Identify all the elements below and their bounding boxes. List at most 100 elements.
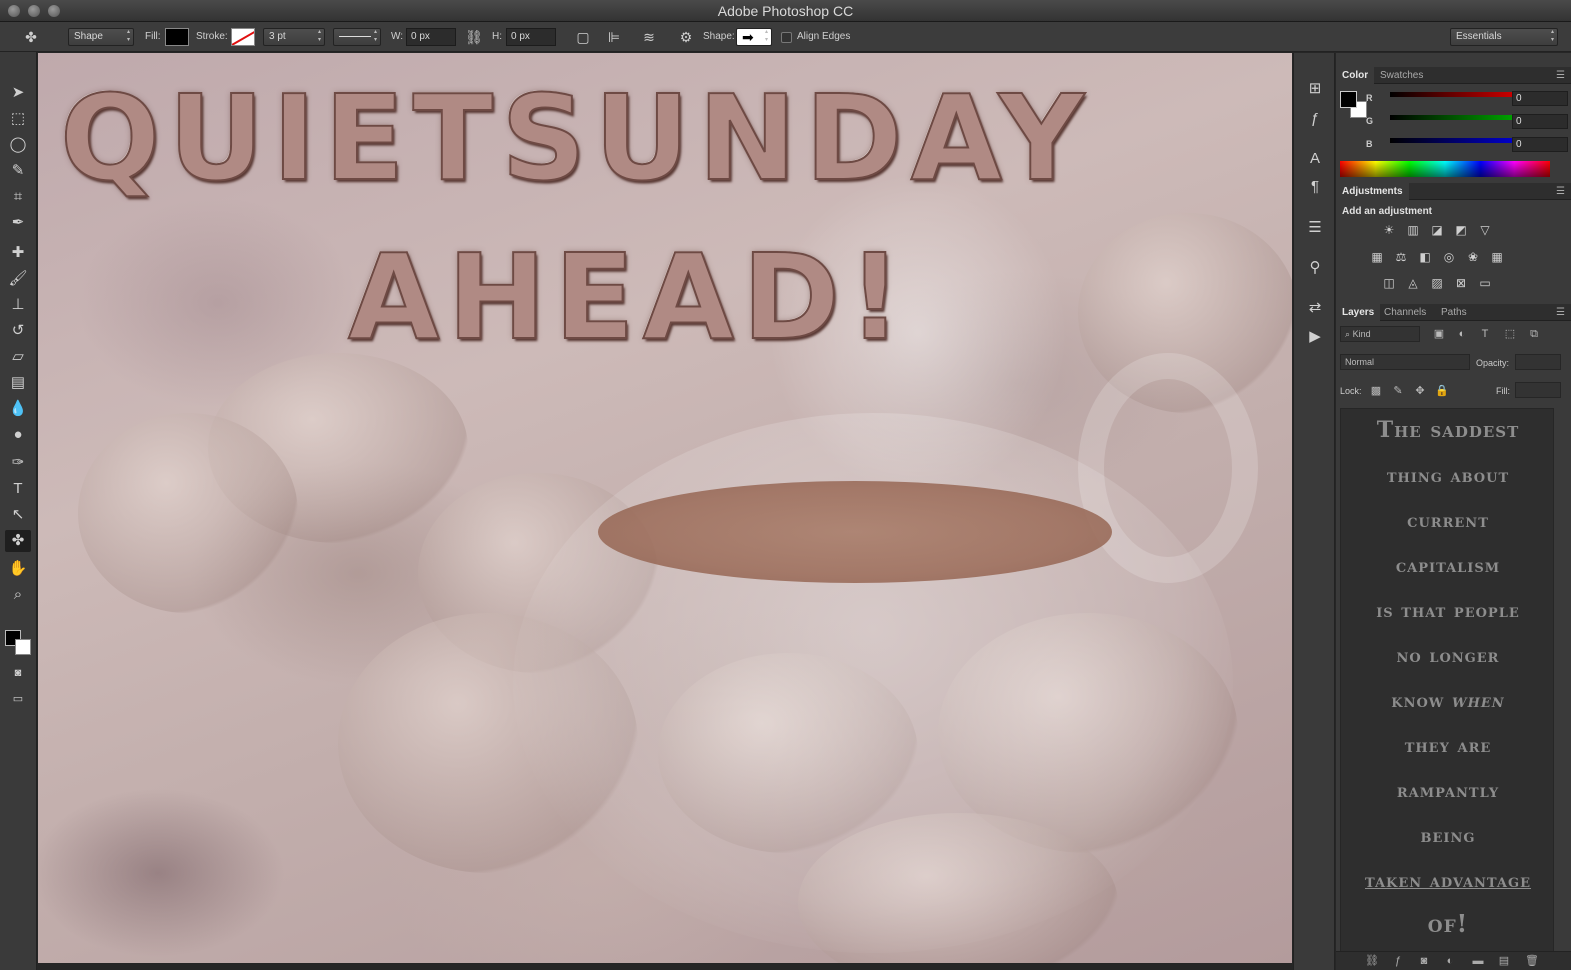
blur-tool-icon[interactable]: 💧 <box>5 398 31 420</box>
tab-paths[interactable]: Paths <box>1435 304 1473 321</box>
lock-pixels-icon[interactable]: ✎ <box>1391 384 1405 398</box>
new-group-icon[interactable]: ▬ <box>1470 954 1486 968</box>
photo-filter-icon[interactable]: ◎ <box>1440 249 1458 265</box>
path-alignment-icon[interactable]: ⊫ <box>605 28 623 46</box>
layer-filter-kind-select[interactable]: ⌕ Kind <box>1340 326 1420 342</box>
path-arrangement-icon[interactable]: ≋ <box>640 28 658 46</box>
path-operations-icon[interactable]: ▢ <box>574 28 592 46</box>
quick-mask-icon[interactable]: ◙ <box>5 662 31 684</box>
custom-shape-tool-preset-icon[interactable]: ✤ <box>22 28 40 46</box>
adjustment-layer-icon[interactable]: ◐ <box>1442 954 1458 968</box>
filter-type-icon[interactable]: T <box>1478 327 1492 341</box>
eyedropper-tool-icon[interactable]: ✒ <box>5 212 31 234</box>
custom-shape-tool-icon[interactable]: ✤ <box>5 530 31 552</box>
stroke-label: Stroke: <box>196 31 228 42</box>
tab-adjustments[interactable]: Adjustments <box>1336 183 1409 200</box>
fill-input[interactable] <box>1515 382 1561 398</box>
posterize-icon[interactable]: ◬ <box>1404 275 1422 291</box>
properties-panel-icon[interactable]: ☰ <box>1305 218 1325 238</box>
filter-smart-object-icon[interactable]: ⧉ <box>1527 327 1541 341</box>
shape-picker[interactable]: ➡ <box>736 28 772 46</box>
brightness-icon[interactable]: ☀ <box>1380 222 1398 238</box>
r-value[interactable]: 0 <box>1512 91 1568 106</box>
crop-tool-icon[interactable]: ⌗ <box>5 186 31 208</box>
color-lookup-icon[interactable]: ▦ <box>1488 249 1506 265</box>
brush-tool-icon[interactable]: 🖌 <box>5 268 31 290</box>
black-white-icon[interactable]: ◧ <box>1416 249 1434 265</box>
timeline-panel-icon[interactable]: ⇄ <box>1305 298 1325 318</box>
selective-color-icon[interactable]: ⊠ <box>1452 275 1470 291</box>
hue-saturation-icon[interactable]: ▦ <box>1368 249 1386 265</box>
layer-style-icon[interactable]: ƒ <box>1390 954 1406 968</box>
lock-transparent-icon[interactable]: ▩ <box>1369 384 1383 398</box>
lock-all-icon[interactable]: 🔒 <box>1435 384 1449 398</box>
hand-tool-icon[interactable]: ✋ <box>5 558 31 580</box>
align-edges-checkbox[interactable] <box>781 32 792 43</box>
brush-presets-panel-icon[interactable]: ⚲ <box>1305 258 1325 278</box>
tab-swatches[interactable]: Swatches <box>1374 67 1429 84</box>
width-input[interactable]: 0 px <box>406 28 456 46</box>
gradient-map-icon[interactable]: ▭ <box>1476 275 1494 291</box>
link-layers-icon[interactable]: ⛓ <box>1364 954 1380 968</box>
threshold-icon[interactable]: ▨ <box>1428 275 1446 291</box>
gradient-tool-icon[interactable]: ▤ <box>5 372 31 394</box>
styles-panel-icon[interactable]: ƒ <box>1305 109 1325 129</box>
stroke-width-select[interactable]: 3 pt <box>263 28 325 46</box>
blend-mode-select[interactable]: Normal <box>1340 354 1470 370</box>
tab-channels[interactable]: Channels <box>1378 304 1432 321</box>
history-panel-icon[interactable]: ⊞ <box>1305 79 1325 99</box>
filter-pixel-icon[interactable]: ▣ <box>1432 327 1446 341</box>
height-input[interactable]: 0 px <box>506 28 556 46</box>
move-tool-icon[interactable]: ➤ <box>5 82 31 104</box>
marquee-tool-icon[interactable]: ⬚ <box>5 108 31 130</box>
character-panel-icon[interactable]: A <box>1305 149 1325 169</box>
screen-mode-icon[interactable]: ▭ <box>5 688 31 710</box>
healing-brush-tool-icon[interactable]: ✚ <box>5 242 31 264</box>
levels-icon[interactable]: ▥ <box>1404 222 1422 238</box>
pen-tool-icon[interactable]: ✑ <box>5 452 31 474</box>
dodge-tool-icon[interactable]: ● <box>5 424 31 446</box>
filter-adjustment-icon[interactable]: ◐ <box>1455 327 1469 341</box>
new-layer-icon[interactable]: ▤ <box>1496 954 1512 968</box>
g-value[interactable]: 0 <box>1512 114 1568 129</box>
b-value[interactable]: 0 <box>1512 137 1568 152</box>
tab-color[interactable]: Color <box>1336 67 1375 84</box>
channel-mixer-icon[interactable]: ❀ <box>1464 249 1482 265</box>
eraser-tool-icon[interactable]: ▱ <box>5 346 31 368</box>
workspace-select[interactable]: Essentials <box>1450 28 1558 46</box>
panel-menu-icon[interactable]: ☰ <box>1556 307 1565 318</box>
layer-preview[interactable]: The saddest thing about current capitali… <box>1340 408 1554 958</box>
delete-layer-icon[interactable]: 🗑 <box>1524 954 1540 968</box>
history-brush-tool-icon[interactable]: ↺ <box>5 320 31 342</box>
stroke-swatch[interactable] <box>231 28 255 46</box>
invert-icon[interactable]: ◫ <box>1380 275 1398 291</box>
color-spectrum[interactable] <box>1340 161 1550 177</box>
panel-menu-icon[interactable]: ☰ <box>1556 70 1565 81</box>
panel-menu-icon[interactable]: ☰ <box>1556 186 1565 197</box>
opacity-input[interactable] <box>1515 354 1561 370</box>
tool-mode-select[interactable]: Shape <box>68 28 134 46</box>
lasso-tool-icon[interactable]: ◯ <box>5 134 31 156</box>
actions-play-icon[interactable]: ▶ <box>1305 327 1325 347</box>
fill-swatch[interactable] <box>165 28 189 46</box>
background-color-swatch[interactable] <box>15 639 31 655</box>
zoom-tool-icon[interactable]: ⌕ <box>5 584 31 606</box>
clone-stamp-tool-icon[interactable]: ⊥ <box>5 294 31 316</box>
document-canvas[interactable]: QUIETSUNDAY AHEAD! <box>38 53 1292 963</box>
gear-icon[interactable]: ⚙ <box>677 28 695 46</box>
color-panel-foreground[interactable] <box>1340 91 1357 108</box>
color-balance-icon[interactable]: ⚖ <box>1392 249 1410 265</box>
link-icon[interactable]: ⛓ <box>465 28 483 46</box>
paragraph-panel-icon[interactable]: ¶ <box>1305 177 1325 197</box>
path-selection-tool-icon[interactable]: ↖ <box>5 504 31 526</box>
vibrance-icon[interactable]: ▽ <box>1476 222 1494 238</box>
quick-selection-tool-icon[interactable]: ✎ <box>5 160 31 182</box>
stroke-type-select[interactable] <box>333 28 381 46</box>
filter-shape-icon[interactable]: ⬚ <box>1503 327 1517 341</box>
layer-mask-icon[interactable]: ◙ <box>1416 954 1432 968</box>
lock-position-icon[interactable]: ✥ <box>1413 384 1427 398</box>
type-tool-icon[interactable]: T <box>5 478 31 500</box>
exposure-icon[interactable]: ◩ <box>1452 222 1470 238</box>
tab-layers[interactable]: Layers <box>1336 304 1381 321</box>
curves-icon[interactable]: ◪ <box>1428 222 1446 238</box>
